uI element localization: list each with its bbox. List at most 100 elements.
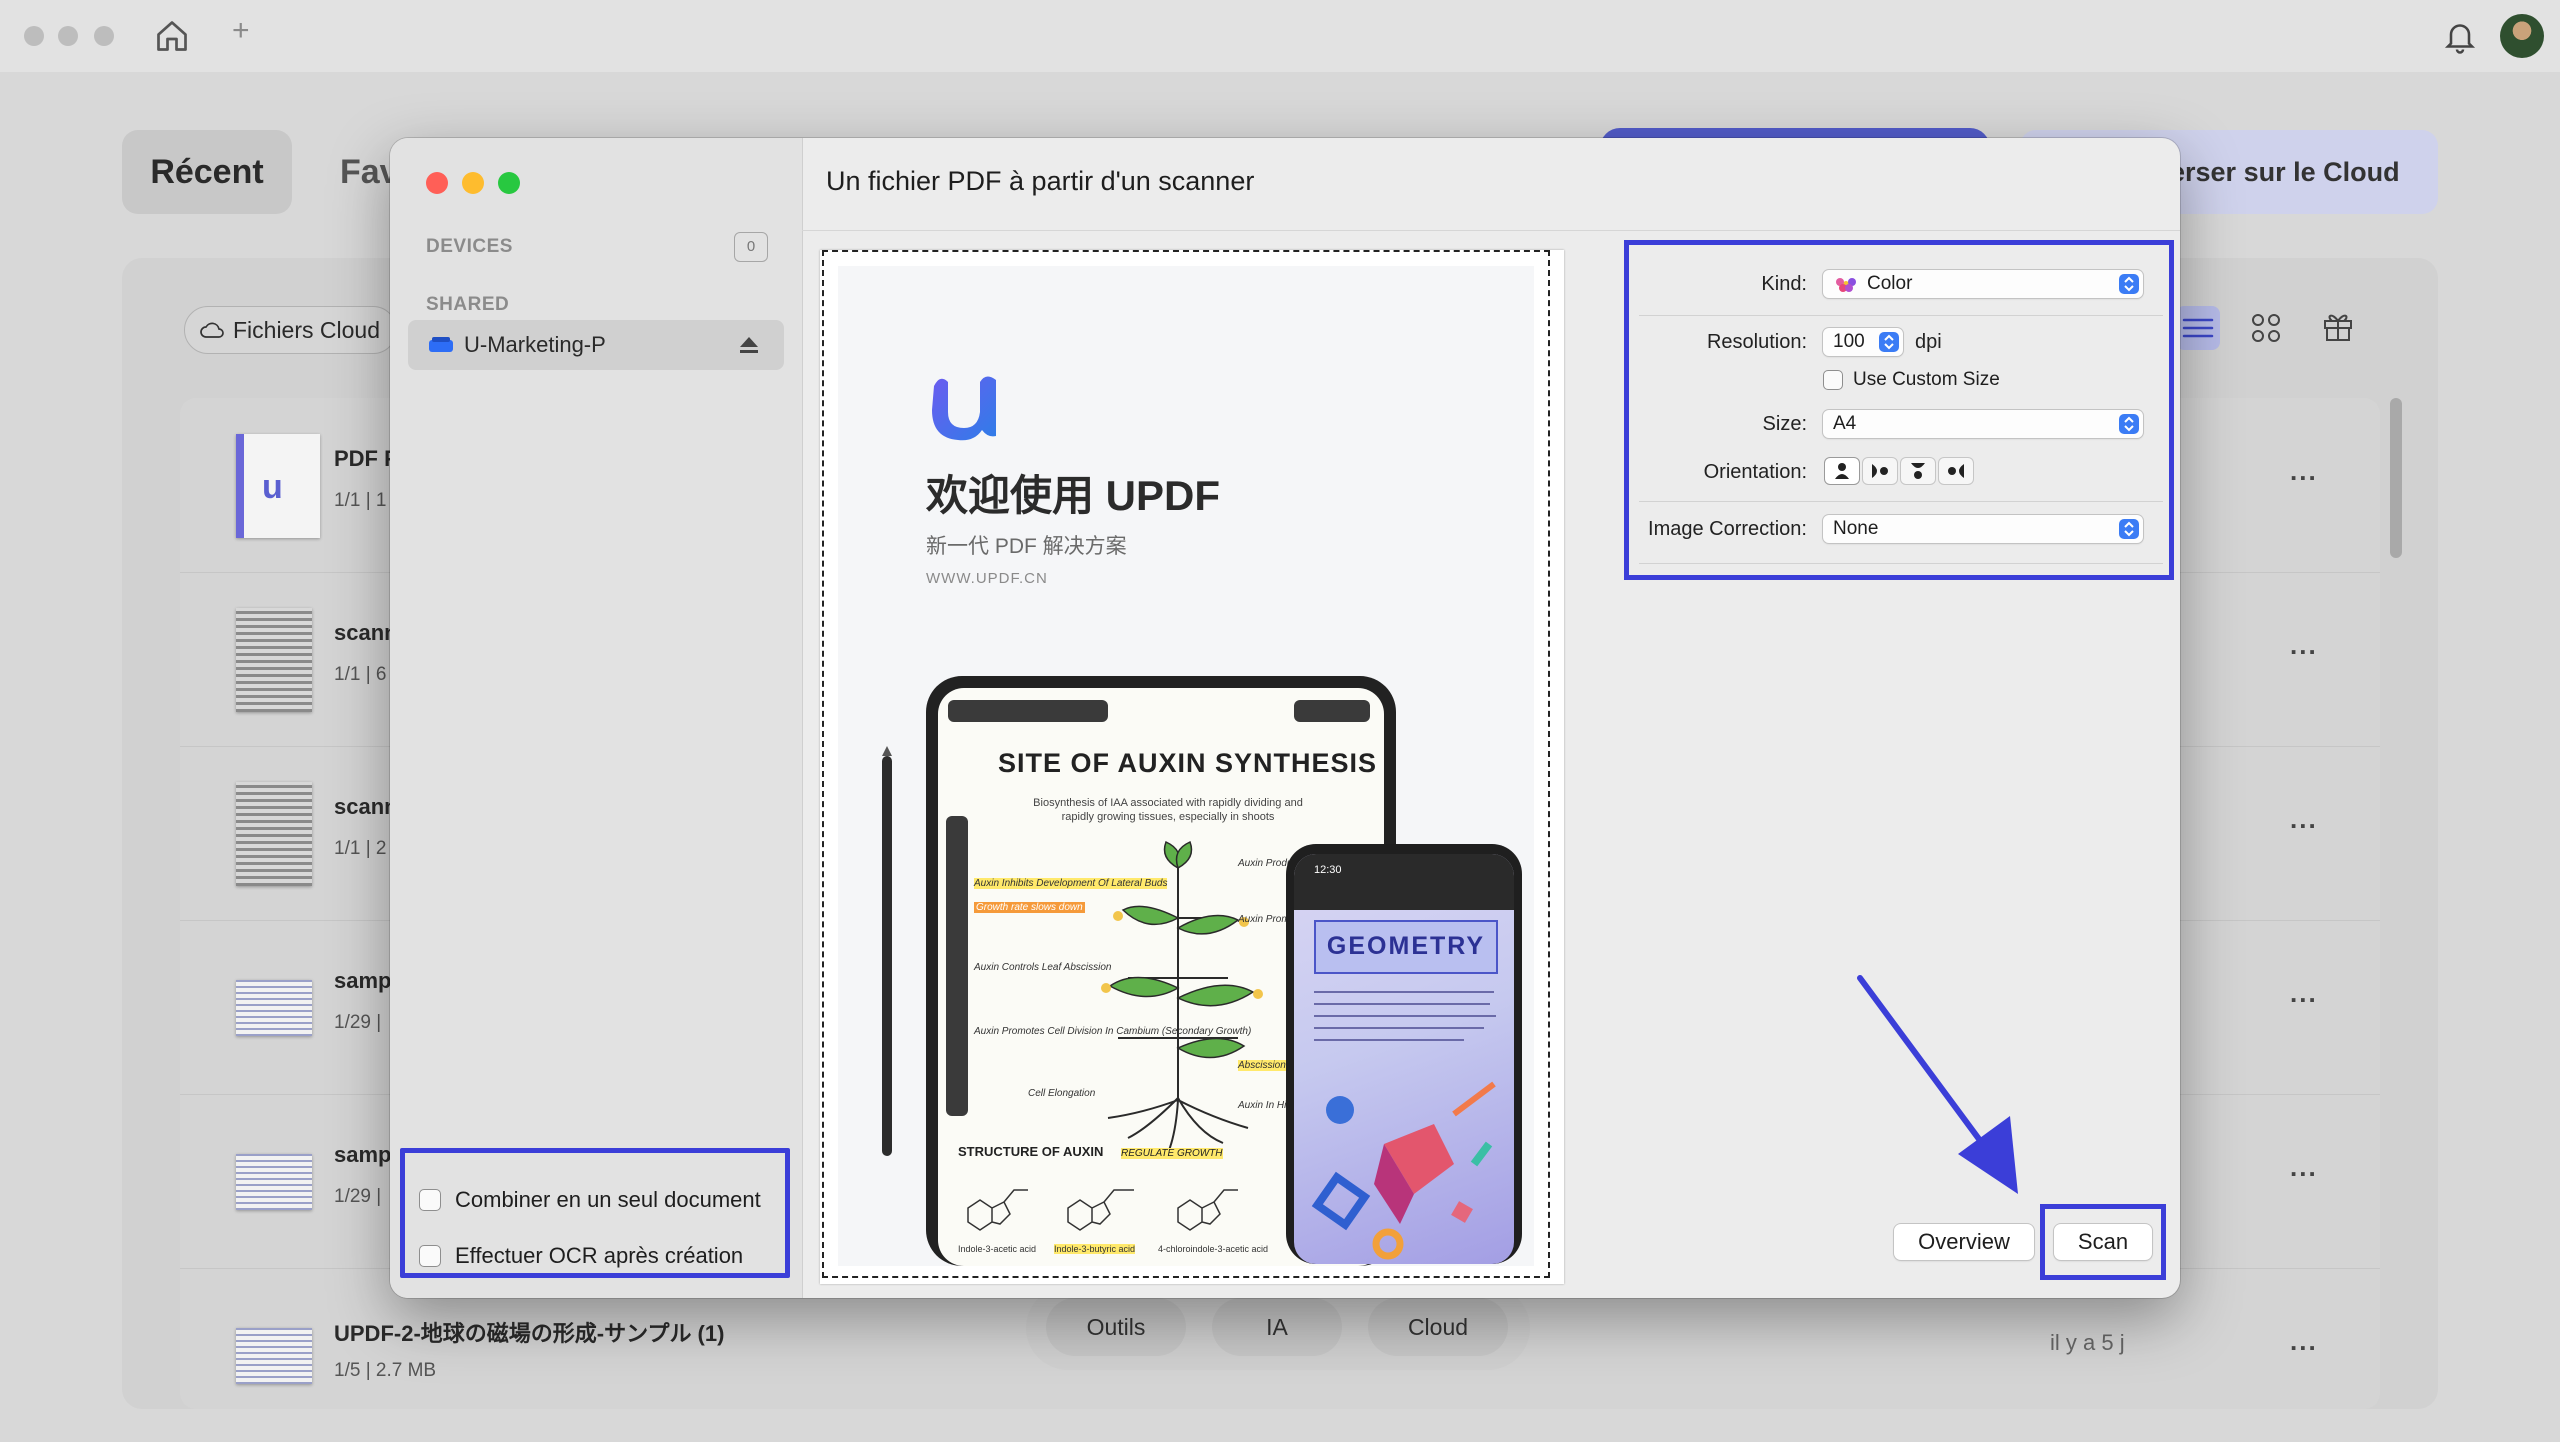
file-meta: 1/29 |: [334, 1012, 382, 1033]
scan-button-highlight: Scan: [2040, 1204, 2166, 1280]
sidebar-item-scanner[interactable]: U-Marketing-P: [408, 320, 784, 370]
stepper-arrows-icon[interactable]: [1879, 332, 1899, 352]
more-options-icon[interactable]: ...: [2290, 978, 2318, 1009]
kind-select[interactable]: Color: [1823, 270, 2143, 298]
combine-option[interactable]: Combiner en un seul document: [419, 1187, 761, 1213]
file-meta: 1/1 | 1: [334, 490, 387, 511]
file-date: il y a 5 j: [2050, 1330, 2125, 1355]
ai-button[interactable]: IA: [1212, 1298, 1342, 1356]
settings-separator: [1639, 501, 2163, 502]
cloud-icon: [200, 322, 224, 338]
color-flower-icon: [1836, 278, 1856, 292]
app-titlebar: +: [0, 0, 2560, 72]
custom-size-label: Use Custom Size: [1853, 369, 2000, 390]
file-name: UPDF-2-地球の磁場の形成-サンプル (1): [334, 1321, 725, 1346]
gift-icon[interactable]: [2320, 308, 2356, 344]
minimize-window-button[interactable]: [462, 172, 484, 194]
bottom-toolbar: Outils IA Cloud: [1026, 1286, 1530, 1370]
svg-text:u: u: [262, 468, 283, 506]
list-view-icon: [2182, 318, 2214, 338]
file-thumbnail: [236, 980, 312, 1036]
new-tab-plus-icon[interactable]: +: [232, 14, 250, 48]
file-name: scann: [334, 794, 398, 819]
devices-count-badge: 0: [734, 232, 768, 262]
annotation-arrow-icon: [1857, 975, 2018, 1194]
overview-button[interactable]: Overview: [1894, 1224, 2034, 1260]
zoom-window-button[interactable]: [498, 172, 520, 194]
file-name: PDF F: [334, 446, 398, 471]
orientation-upside-down-icon[interactable]: [1901, 458, 1935, 484]
resolution-stepper[interactable]: 100: [1823, 328, 1903, 356]
file-thumbnail: [236, 1154, 312, 1210]
more-options-icon[interactable]: ...: [2290, 456, 2318, 487]
ocr-label: Effectuer OCR après création: [455, 1243, 744, 1268]
shared-heading: SHARED: [426, 294, 510, 315]
scanner-device-name: U-Marketing-P: [464, 332, 606, 357]
close-window-button[interactable]: [426, 172, 448, 194]
image-correction-value: None: [1833, 518, 1879, 539]
orientation-control: [1825, 458, 1985, 484]
dialog-title: Un fichier PDF à partir d'un scanner: [826, 166, 1255, 196]
select-arrows-icon: [2119, 414, 2139, 434]
orientation-portrait-icon[interactable]: [1825, 458, 1859, 484]
home-icon[interactable]: [154, 18, 190, 54]
orientation-label: Orientation:: [1703, 461, 1807, 483]
eject-icon[interactable]: [738, 334, 760, 356]
more-options-icon[interactable]: ...: [2290, 630, 2318, 661]
select-arrows-icon: [2119, 274, 2139, 294]
file-name: scann: [334, 620, 398, 645]
tools-button[interactable]: Outils: [1046, 1298, 1186, 1356]
file-thumbnail: [236, 1328, 312, 1384]
scanner-sidebar: DEVICES 0 SHARED U-Marketing-P Combiner …: [390, 138, 803, 1298]
window-minimize-dot[interactable]: [58, 26, 78, 46]
notification-bell-icon[interactable]: [2442, 18, 2478, 54]
combine-label: Combiner en un seul document: [455, 1187, 761, 1212]
cloud-files-filter[interactable]: Fichiers Cloud: [184, 306, 397, 354]
scan-button[interactable]: Scan: [2054, 1224, 2152, 1260]
orientation-left-icon[interactable]: [1863, 458, 1897, 484]
file-thumbnail: u: [236, 434, 320, 538]
more-options-icon[interactable]: ...: [2290, 804, 2318, 835]
cloud-files-label: Fichiers Cloud: [233, 317, 380, 343]
scanner-settings-highlight: Kind: Color Resolution: 100 dpi Use Cust…: [1624, 240, 2174, 580]
list-scrollbar[interactable]: [2390, 398, 2402, 558]
file-name: samp: [334, 968, 392, 993]
custom-size-option[interactable]: Use Custom Size: [1823, 369, 2000, 391]
resolution-value: 100: [1833, 331, 1865, 352]
devices-heading: DEVICES: [426, 236, 513, 257]
settings-separator: [1639, 315, 2163, 316]
size-select[interactable]: A4: [1823, 410, 2143, 438]
window-zoom-dot[interactable]: [94, 26, 114, 46]
file-meta: 1/5 | 2.7 MB: [334, 1360, 437, 1381]
custom-size-checkbox[interactable]: [1823, 370, 1843, 390]
image-correction-label: Image Correction:: [1648, 518, 1807, 540]
scanner-dialog: DEVICES 0 SHARED U-Marketing-P Combiner …: [390, 138, 2180, 1298]
image-correction-select[interactable]: None: [1823, 515, 2143, 543]
settings-separator: [1639, 563, 2163, 564]
ocr-checkbox[interactable]: [419, 1245, 441, 1267]
user-avatar[interactable]: [2500, 14, 2544, 58]
resolution-unit: dpi: [1915, 331, 1942, 353]
grid-view-icon[interactable]: [2250, 312, 2282, 344]
combine-checkbox[interactable]: [419, 1189, 441, 1211]
ocr-option[interactable]: Effectuer OCR après création: [419, 1243, 743, 1269]
scan-area-selection[interactable]: [822, 250, 1550, 1278]
file-meta: 1/1 | 2: [334, 838, 387, 859]
file-thumbnail: [236, 608, 312, 712]
tab-recent[interactable]: Récent: [122, 130, 292, 214]
kind-label: Kind:: [1761, 273, 1807, 295]
more-options-icon[interactable]: ...: [2290, 1326, 2318, 1357]
select-arrows-icon: [2119, 519, 2139, 539]
cloud-button[interactable]: Cloud: [1368, 1298, 1508, 1356]
orientation-right-icon[interactable]: [1939, 458, 1973, 484]
title-divider: [802, 230, 2180, 231]
size-value: A4: [1833, 413, 1857, 434]
file-name: samp: [334, 1142, 392, 1167]
file-meta: 1/1 | 6: [334, 664, 387, 685]
list-view-toggle[interactable]: [2176, 306, 2220, 350]
window-close-dot[interactable]: [24, 26, 44, 46]
more-options-icon[interactable]: ...: [2290, 1152, 2318, 1183]
resolution-label: Resolution:: [1706, 331, 1807, 353]
kind-value: Color: [1867, 273, 1913, 294]
file-meta: 1/29 |: [334, 1186, 382, 1207]
